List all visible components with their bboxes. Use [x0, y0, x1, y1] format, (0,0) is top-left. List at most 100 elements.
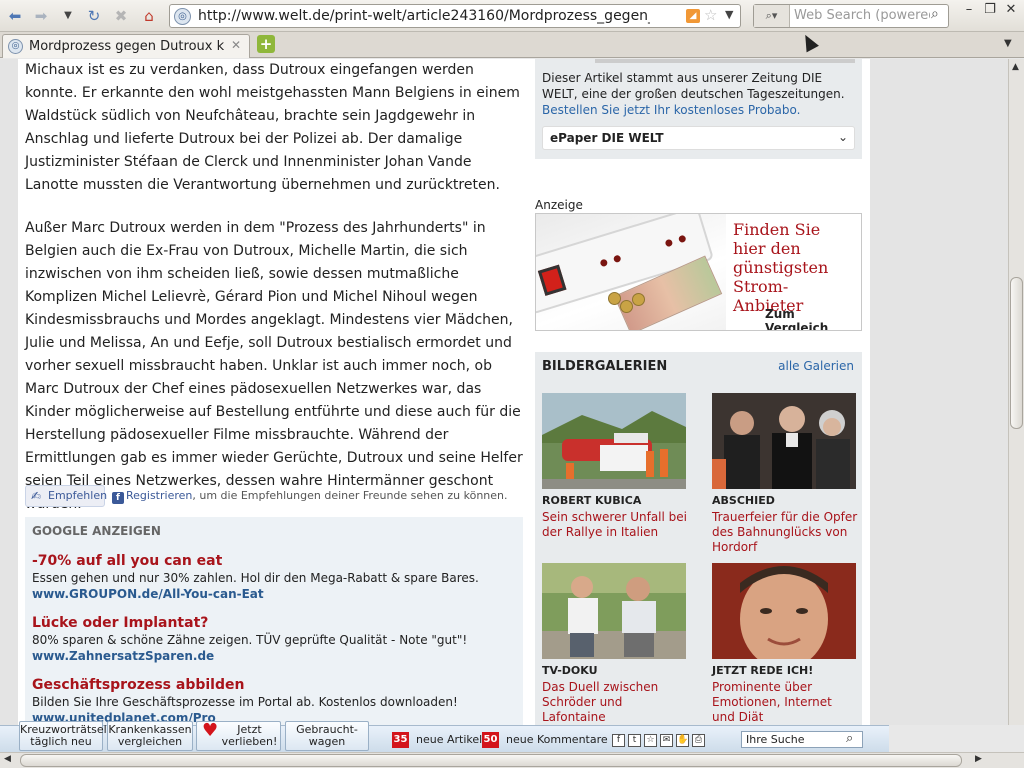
tab-article[interactable]: ◎ Mordprozess gegen Dutroux ka... ✕ [2, 34, 250, 58]
ad-title[interactable]: Geschäftsprozess abbilden [32, 676, 520, 694]
home-icon[interactable]: ⌂ [138, 5, 160, 27]
epaper-dropdown[interactable]: ePaper DIE WELT ⌄ [542, 126, 855, 150]
new-comments-label[interactable]: neue Kommentare [506, 733, 608, 746]
facebook-share-icon[interactable]: f [612, 734, 625, 747]
facebook-register-link[interactable]: Registrieren [126, 489, 192, 502]
gallery-photo-portrait[interactable] [712, 563, 856, 659]
bookmark-star-icon[interactable]: ☆ [704, 6, 717, 24]
socket-hole [677, 234, 687, 244]
gallery-description[interactable]: Sein schwerer Unfall bei der Rallye in I… [542, 510, 688, 540]
url-bar[interactable]: ◎ http://www.welt.de/print-welt/article2… [169, 4, 741, 28]
tab-list-icon[interactable]: ▼ [1004, 38, 1012, 49]
gallery-caption: TV-DOKU [542, 664, 598, 677]
history-dropdown-icon[interactable]: ▼ [57, 5, 79, 27]
facebook-like-button[interactable]: ✍ Empfehlen [25, 485, 108, 507]
sidebar: Dieser Artikel stammt aus unserer Zeitun… [528, 59, 870, 725]
web-search-box[interactable]: ⌕▾ Web Search (powered ⌕ [753, 4, 949, 28]
socket-hole [612, 254, 622, 264]
facebook-like-widget: ✍ Empfehlen f Registrieren, um die Empfeh… [25, 485, 515, 507]
used-cars-button[interactable]: Gebraucht-wagen [285, 721, 369, 751]
google-ads-box: GOOGLE ANZEIGEN -70% auf all you can eat… [25, 517, 523, 725]
globe-icon: ◎ [174, 8, 191, 25]
epaper-label: ePaper DIE WELT [550, 131, 664, 145]
toolbar-search-input[interactable]: Ihre Suche [746, 733, 805, 746]
ad-title[interactable]: -70% auf all you can eat [32, 552, 520, 570]
heart-icon: ♥ [202, 720, 219, 741]
mail-icon[interactable]: ✉ [660, 734, 673, 747]
print-icon[interactable]: ⎙ [692, 734, 705, 747]
url-dropdown-icon[interactable]: ▼ [725, 8, 733, 21]
gallery-photo-rally[interactable] [542, 393, 686, 489]
reload-icon[interactable]: ↻ [83, 5, 105, 27]
tab-bar: ◎ Mordprozess gegen Dutroux ka... ✕ + ▼ [0, 32, 1024, 58]
strom-ad-banner[interactable]: Finden Sie hier den günstigsten Strom-An… [535, 213, 862, 331]
minimize-icon[interactable]: – [960, 2, 978, 18]
page-content: Michaux ist es zu verdanken, dass Dutrou… [0, 59, 1008, 725]
horizontal-scrollbar[interactable]: ◀ ▶ [0, 752, 1024, 768]
scroll-right-arrow-icon[interactable]: ▶ [975, 754, 982, 764]
health-insurance-button[interactable]: Krankenkassen vergleichen [107, 721, 193, 751]
politicians-photo [542, 563, 686, 659]
dating-label: Jetzt verlieben! [221, 723, 278, 748]
tab-title: Mordprozess gegen Dutroux ka... [29, 39, 224, 54]
close-icon[interactable]: ✕ [1002, 2, 1020, 18]
banner-cta-link[interactable]: Zum Vergleich [765, 307, 861, 330]
search-icon[interactable]: ⌕ [846, 731, 992, 746]
gallery-photo-doku[interactable] [542, 563, 686, 659]
probabo-link[interactable]: Bestellen Sie jetzt Ihr kostenloses Prob… [542, 103, 800, 117]
twitter-icon[interactable]: t [628, 734, 641, 747]
gallery-caption: JETZT REDE ICH! [712, 664, 814, 677]
tab-close-icon[interactable]: ✕ [231, 38, 241, 52]
vertical-scrollbar[interactable]: ▲ [1008, 59, 1024, 725]
gallery-description[interactable]: Trauerfeier für die Opfer des Bahnunglüc… [712, 510, 858, 555]
facebook-register-text: f Registrieren, um die Empfehlungen deine… [112, 489, 508, 504]
all-galleries-link[interactable]: alle Galerien [778, 359, 854, 373]
thumbs-up-icon: ✍ [31, 489, 42, 503]
crossword-button[interactable]: Kreuzworträtsel täglich neu [19, 721, 107, 751]
new-articles-count[interactable]: 35 [392, 732, 409, 748]
socket-hole [664, 238, 674, 248]
new-articles-label[interactable]: neue Artikel [416, 733, 482, 746]
ad-item[interactable]: -70% auf all you can eat Essen gehen und… [32, 552, 520, 602]
power-strip-image [536, 214, 726, 330]
forward-arrow-icon[interactable]: ➡ [30, 5, 52, 27]
ad-text: 80% sparen & schöne Zähne zeigen. TÜV ge… [32, 633, 468, 647]
stop-icon[interactable]: ✖ [110, 5, 132, 27]
scrollbar-thumb[interactable] [1010, 277, 1023, 429]
banner-title: Finden Sie hier den günstigsten Strom-An… [733, 220, 829, 315]
rss-icon[interactable]: ◢ [686, 9, 700, 23]
gallery-description[interactable]: Prominente über Emotionen, Internet und … [712, 680, 858, 725]
search-engine-icon[interactable]: ⌕▾ [754, 5, 790, 27]
url-text[interactable]: http://www.welt.de/print-welt/article243… [198, 8, 650, 26]
thumbs-up-icon[interactable]: ✋ [676, 734, 689, 747]
ad-item[interactable]: Geschäftsprozess abbilden Bilden Sie Ihr… [32, 676, 520, 725]
star-icon[interactable]: ☆ [644, 734, 657, 747]
scroll-left-arrow-icon[interactable]: ◀ [4, 754, 11, 764]
dating-button[interactable]: ♥ Jetzt verlieben! [196, 721, 281, 751]
gallery-photo-mourning[interactable] [712, 393, 856, 489]
new-tab-icon[interactable]: + [257, 35, 275, 53]
gallery-description[interactable]: Das Duell zwischen Schröder und Lafontai… [542, 680, 688, 725]
new-comments-count[interactable]: 50 [482, 732, 499, 748]
newspaper-thumbnails [595, 59, 855, 63]
promo-text: Dieser Artikel stammt aus unserer Zeitun… [542, 71, 845, 101]
web-search-input[interactable]: Web Search (powered [794, 8, 930, 23]
power-switch-illustration [537, 264, 567, 296]
globe-icon: ◎ [8, 39, 23, 54]
ad-url[interactable]: www.GROUPON.de/All-You-can-Eat [32, 586, 520, 602]
ad-item[interactable]: Lücke oder Implantat? 80% sparen & schön… [32, 614, 520, 664]
ad-text: Essen gehen und nur 30% zahlen. Hol dir … [32, 571, 479, 585]
socket-hole [599, 258, 609, 268]
toolbar-search-box[interactable]: Ihre Suche ⌕ [741, 731, 863, 748]
ad-title[interactable]: Lücke oder Implantat? [32, 614, 520, 632]
coin-illustration [620, 300, 633, 313]
galleries-box: BILDERGALERIEN alle Galerien ROBERT KUBI… [535, 352, 862, 725]
back-arrow-icon[interactable]: ⬅ [4, 5, 26, 27]
scroll-up-arrow-icon[interactable]: ▲ [1012, 62, 1019, 72]
maximize-icon[interactable]: ❐ [981, 2, 999, 18]
search-icon[interactable]: ⌕ [931, 6, 939, 22]
facebook-icon: f [112, 492, 124, 504]
scrollbar-thumb[interactable] [20, 754, 962, 767]
ad-url[interactable]: www.ZahnersatzSparen.de [32, 648, 520, 664]
facebook-like-label: Empfehlen [48, 489, 108, 502]
